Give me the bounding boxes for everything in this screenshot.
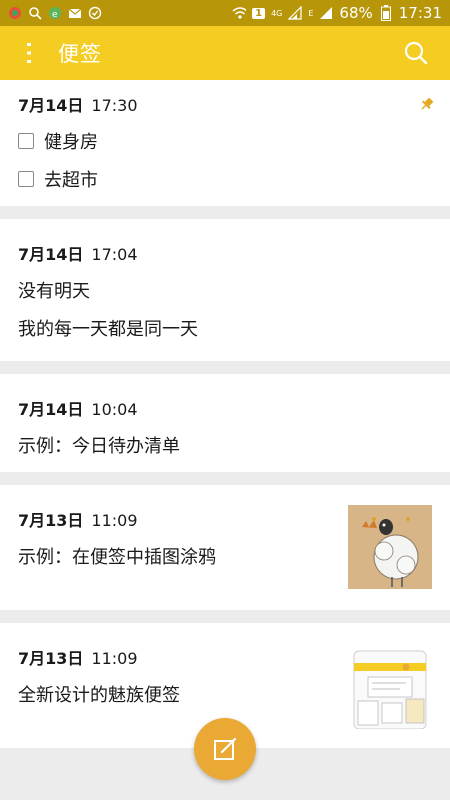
note-text: 我的每一天都是同一天	[18, 319, 198, 340]
menu-button[interactable]	[8, 26, 50, 80]
status-bar: e 1 4G E 68% 17:31	[0, 0, 450, 26]
note-text: 没有明天	[18, 281, 90, 302]
network-type-label: 4G	[271, 8, 283, 18]
note-date: 7月13日	[18, 649, 84, 668]
mail-icon	[68, 6, 82, 20]
sim-slot-badge: 1	[252, 7, 266, 19]
checklist-item-text: 健身房	[44, 132, 98, 153]
status-time: 17:31	[398, 4, 442, 22]
battery-percent: 68%	[339, 4, 373, 22]
page-title: 便签	[58, 42, 102, 66]
app-bar: 便签	[0, 26, 450, 80]
check-circle-icon	[88, 6, 102, 20]
new-note-button[interactable]	[194, 718, 256, 780]
search-button[interactable]	[402, 39, 430, 67]
search-icon	[404, 41, 428, 65]
browser-icon: e	[48, 6, 62, 20]
note-card[interactable]: 7月14日 17:04 没有明天 我的每一天都是同一天	[0, 219, 450, 361]
note-time: 10:04	[91, 400, 138, 419]
checklist-item[interactable]: 健身房	[18, 128, 432, 154]
checkbox[interactable]	[18, 133, 34, 149]
search-notification-icon	[28, 6, 42, 20]
note-date: 7月14日	[18, 245, 84, 264]
checklist-item[interactable]: 去超市	[18, 166, 432, 192]
note-header: 7月14日 10:04	[18, 396, 432, 420]
more-vertical-icon	[27, 43, 31, 63]
signal-icon-2	[319, 6, 333, 20]
note-time: 17:04	[91, 245, 138, 264]
divider	[0, 472, 450, 485]
note-card[interactable]: 7月14日 17:30 健身房 去超市	[0, 80, 450, 206]
note-date: 7月14日	[18, 96, 84, 115]
note-card[interactable]: 7月14日 10:04 示例：今日待办清单	[0, 374, 450, 472]
note-text: 示例：今日待办清单	[18, 436, 180, 457]
note-card[interactable]: 7月13日 11:09 示例：在便签中插图涂鸦	[0, 485, 450, 610]
note-header: 7月14日 17:04	[18, 241, 432, 265]
pin-icon	[420, 96, 434, 115]
note-date: 7月14日	[18, 400, 84, 419]
divider	[0, 610, 450, 623]
status-bar-system: 1 4G E 68% 17:31	[232, 4, 442, 22]
app-circle-icon	[8, 6, 22, 20]
note-time: 11:09	[91, 511, 138, 530]
note-header: 7月14日 17:30	[18, 92, 432, 116]
battery-icon	[379, 5, 393, 21]
wifi-icon	[232, 6, 247, 20]
note-time: 11:09	[91, 649, 138, 668]
note-thumbnail-app-screenshot	[348, 645, 432, 730]
svg-text:e: e	[52, 10, 58, 20]
checkbox[interactable]	[18, 171, 34, 187]
note-date: 7月13日	[18, 511, 84, 530]
note-time: 17:30	[91, 96, 138, 115]
signal-icon-1	[288, 6, 302, 20]
note-thumbnail-sheep	[348, 505, 432, 589]
divider	[0, 361, 450, 374]
divider	[0, 206, 450, 219]
checklist-item-text: 去超市	[44, 170, 98, 191]
notes-list: 7月14日 17:30 健身房 去超市 7月14日 17:04 没有明天 我的每一天…	[0, 80, 450, 748]
status-bar-notifications: e	[8, 6, 102, 20]
data-type-label: E	[308, 8, 314, 18]
edit-icon	[214, 737, 237, 760]
